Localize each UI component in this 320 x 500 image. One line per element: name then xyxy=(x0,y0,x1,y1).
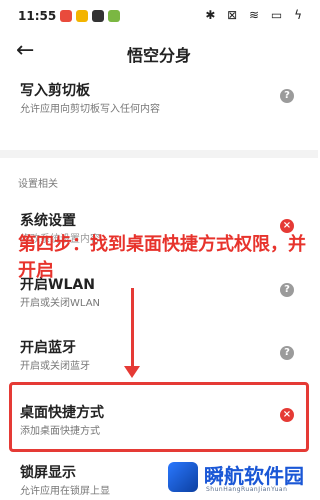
status-icons: ✱ ⊠ ≋ ▭ ϟ xyxy=(205,8,306,22)
close-icon[interactable]: × xyxy=(280,219,294,233)
help-icon[interactable]: ? xyxy=(280,346,294,360)
row-subtitle: 允许应用在锁屏上显 xyxy=(20,486,110,497)
row-subtitle: 开启或关闭WLAN xyxy=(20,298,101,309)
watermark: 瞬航软件园 ShunHangRuanJianYuan xyxy=(168,458,316,498)
row-subtitle: 开启或关闭蓝牙 xyxy=(20,361,90,372)
row-title: 写入剪切板 xyxy=(20,83,90,99)
row-title: 锁屏显示 xyxy=(20,465,76,481)
notification-icon xyxy=(92,10,104,22)
highlight-box xyxy=(9,382,309,452)
watermark-logo-icon xyxy=(168,462,198,492)
row-title: 系统设置 xyxy=(20,213,76,229)
section-title: 设置相关 xyxy=(18,179,58,190)
row-subtitle: 允许应用向剪切板写入任何内容 xyxy=(20,104,160,115)
watermark-subtext: ShunHangRuanJianYuan xyxy=(206,486,288,493)
section-divider xyxy=(0,150,318,158)
notification-icon xyxy=(60,10,72,22)
row-title: 开启蓝牙 xyxy=(20,340,76,356)
help-icon[interactable]: ? xyxy=(280,89,294,103)
watermark-text: 瞬航软件园 xyxy=(204,464,304,488)
status-bar: 11:55 ✱ ⊠ ≋ ▭ ϟ xyxy=(0,0,318,34)
notification-icon xyxy=(108,10,120,22)
annotation-arrow xyxy=(131,288,134,368)
notification-icon xyxy=(76,10,88,22)
status-time: 11:55 xyxy=(18,9,57,23)
page-title: 悟空分身 xyxy=(126,46,191,65)
tutorial-annotation: 第四步：找到桌面快捷方式权限，并开启 xyxy=(18,234,306,281)
help-icon[interactable]: ? xyxy=(280,283,294,297)
arrow-head-icon xyxy=(124,366,140,378)
